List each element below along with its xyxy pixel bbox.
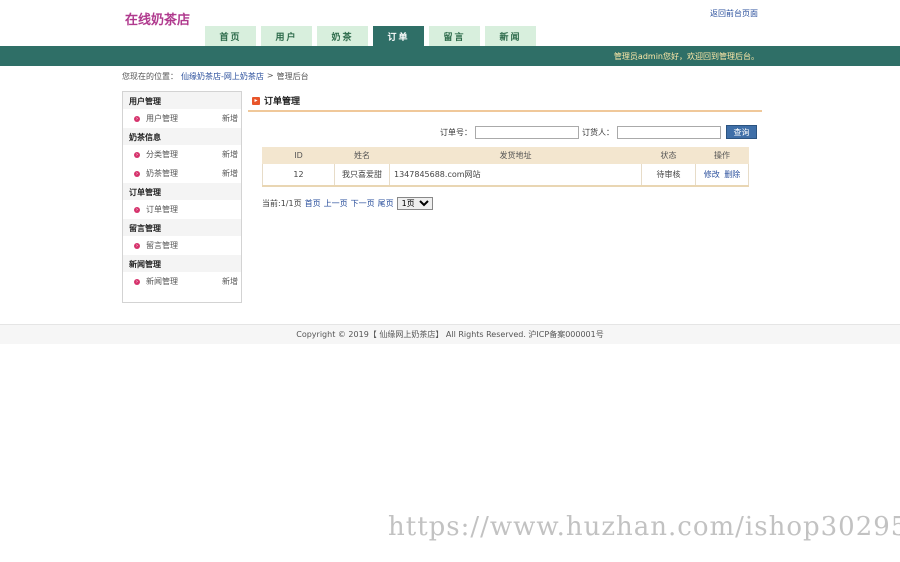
breadcrumb-separator: > [266,71,274,80]
nav-tab-news[interactable]: 新闻 [485,26,536,46]
back-to-frontend-link[interactable]: 返回前台页面 [710,8,758,19]
sidebar-add-link[interactable]: 新增 [222,149,238,160]
sidebar-group-users: 用户管理 [123,92,241,109]
orders-table: ID 姓名 发货地址 状态 操作 12 我只喜爱甜 1347845688.com… [262,147,749,187]
sidebar-item-milktea-manage[interactable]: › 奶茶管理 新增 [123,164,241,183]
sidebar-item-label[interactable]: 订单管理 [146,204,178,215]
arrow-bullet-icon: › [134,115,140,122]
copyright-text: Copyright © 2019【 仙缘网上奶茶店】 All Rights Re… [296,330,604,339]
site-logo: 在线奶茶店 [125,13,191,28]
arrow-bullet-icon: › [134,278,140,285]
watermark-text: https://www.huzhan.com/ishop30295 [388,512,900,542]
order-no-input[interactable] [475,125,579,139]
panel-arrow-icon: ▸ [252,96,260,105]
top-bar: 管理员admin您好，欢迎回到管理后台。 [0,46,900,66]
col-header-name: 姓名 [334,147,390,164]
panel-title: ▸ 订单管理 [252,94,300,107]
main-nav: 首页 用户 奶茶 订单 留言 新闻 [205,26,541,46]
cell-status: 待审核 [641,163,696,187]
cell-address: 1347845688.com网站 [389,163,642,187]
sidebar-item-message-manage[interactable]: › 留言管理 [123,236,241,255]
breadcrumb: 您现在的位置： 仙缘奶茶店-网上奶茶店 > 管理后台 [122,71,309,82]
table-header-row: ID 姓名 发货地址 状态 操作 [262,147,749,164]
table-row: 12 我只喜爱甜 1347845688.com网站 待审核 修改 删除 [262,163,749,187]
sidebar-item-label[interactable]: 新闻管理 [146,276,178,287]
sidebar-item-category-manage[interactable]: › 分类管理 新增 [123,145,241,164]
panel-title-text: 订单管理 [264,97,301,107]
buyer-label: 订货人： [582,127,614,137]
edit-link[interactable]: 修改 [704,170,720,179]
sidebar-add-link[interactable]: 新增 [222,276,238,287]
delete-link[interactable]: 删除 [724,170,740,179]
sidebar-group-orders: 订单管理 [123,183,241,200]
page-select[interactable]: 1页 [396,197,433,210]
footer: Copyright © 2019【 仙缘网上奶茶店】 All Rights Re… [0,325,900,344]
order-search-form: 订单号： 订货人： 查询 [440,125,757,139]
arrow-bullet-icon: › [134,170,140,177]
arrow-bullet-icon: › [134,242,140,249]
next-page-link[interactable]: 下一页 [351,198,375,209]
sidebar-group-milktea: 奶茶信息 [123,128,241,145]
nav-tab-orders[interactable]: 订单 [373,26,424,46]
col-header-status: 状态 [641,147,696,164]
nav-tab-messages[interactable]: 留言 [429,26,480,46]
last-page-link[interactable]: 尾页 [378,198,394,209]
title-divider [248,110,762,112]
breadcrumb-site-link[interactable]: 仙缘奶茶店-网上奶茶店 [181,71,264,82]
sidebar-item-label[interactable]: 用户管理 [146,113,178,124]
col-header-actions: 操作 [695,147,749,164]
arrow-bullet-icon: › [134,151,140,158]
col-header-id: ID [262,147,335,164]
col-header-address: 发货地址 [389,147,642,164]
sidebar-add-link[interactable]: 新增 [222,168,238,179]
sidebar-item-order-manage[interactable]: › 订单管理 [123,200,241,219]
order-no-label: 订单号： [440,127,472,137]
sidebar-add-link[interactable]: 新增 [222,113,238,124]
first-page-link[interactable]: 首页 [305,198,321,209]
pagination: 当前:1/1页 首页 上一页 下一页 尾页 1页 [262,197,433,210]
cell-id: 12 [262,163,335,187]
sidebar-item-user-manage[interactable]: › 用户管理 新增 [123,109,241,128]
sidebar-item-label[interactable]: 留言管理 [146,240,178,251]
admin-sidebar: 用户管理 › 用户管理 新增 奶茶信息 › 分类管理 新增 › 奶茶管理 新增 … [122,91,242,303]
sidebar-group-news: 新闻管理 [123,255,241,272]
breadcrumb-current: 管理后台 [276,72,309,81]
welcome-text: 管理员admin您好，欢迎回到管理后台。 [613,52,759,61]
breadcrumb-prefix: 您现在的位置： [122,72,178,81]
nav-tab-users[interactable]: 用户 [261,26,312,46]
nav-tab-home[interactable]: 首页 [205,26,256,46]
sidebar-item-label[interactable]: 分类管理 [146,149,178,160]
search-button[interactable]: 查询 [726,125,757,139]
sidebar-item-label[interactable]: 奶茶管理 [146,168,178,179]
prev-page-link[interactable]: 上一页 [324,198,348,209]
cell-name: 我只喜爱甜 [334,163,390,187]
page-indicator: 当前:1/1页 [262,199,302,208]
cell-actions: 修改 删除 [695,163,749,187]
buyer-input[interactable] [617,125,721,139]
sidebar-item-news-manage[interactable]: › 新闻管理 新增 [123,272,241,291]
sidebar-group-messages: 留言管理 [123,219,241,236]
arrow-bullet-icon: › [134,206,140,213]
nav-tab-milktea[interactable]: 奶茶 [317,26,368,46]
